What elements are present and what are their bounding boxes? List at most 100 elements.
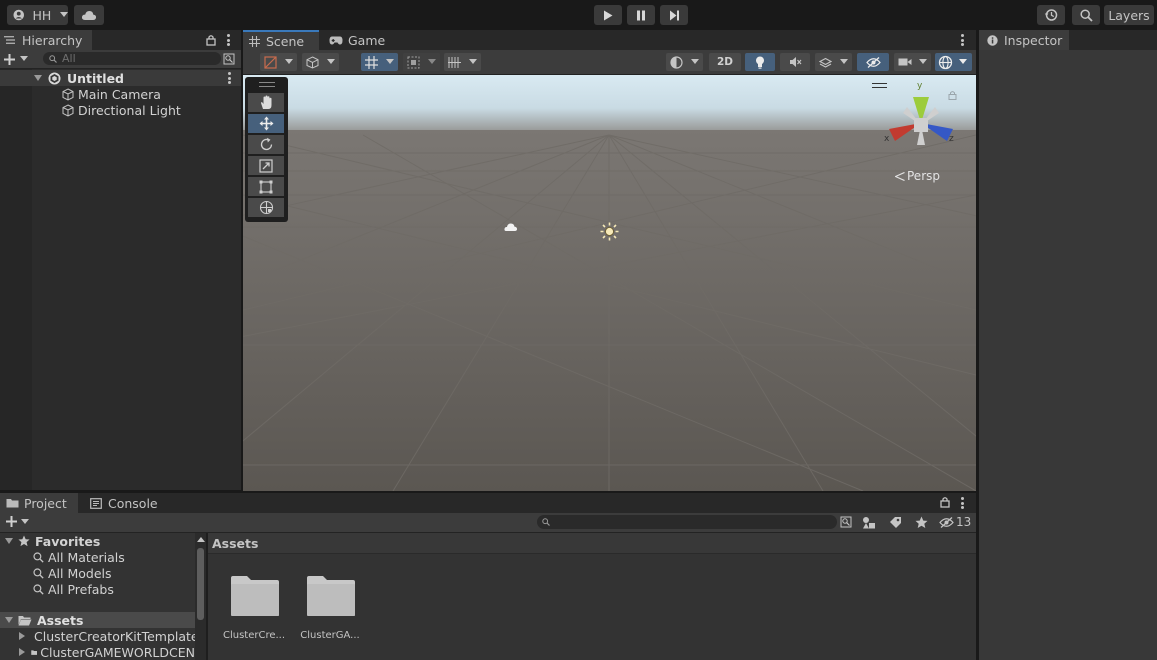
hierarchy-search-field[interactable]: All (43, 52, 221, 65)
cloud-button[interactable] (74, 5, 104, 25)
scene-menu-icon[interactable] (961, 34, 964, 46)
favorite-all-materials[interactable]: All Materials (0, 549, 195, 565)
tab-console[interactable]: Console (84, 493, 166, 513)
asset-grid-item[interactable]: ClusterGA... (298, 573, 362, 648)
filter-by-label-icon[interactable] (889, 516, 902, 529)
tab-game[interactable]: Game (323, 30, 395, 50)
pause-button[interactable] (627, 5, 655, 25)
rotate-icon (260, 137, 272, 151)
gamepad-icon (329, 36, 343, 44)
hierarchy-tree: Untitled Main Camera Directional Light (0, 69, 241, 490)
draw-mode-dropdown[interactable] (260, 53, 297, 71)
increment-snap-dropdown[interactable] (403, 53, 440, 71)
project-tree-scrollbar[interactable] (195, 533, 206, 660)
projection-toggle[interactable]: Persp (895, 169, 940, 183)
step-button[interactable] (660, 5, 688, 25)
rotate-tool-button[interactable] (248, 135, 284, 154)
expand-arrow-icon[interactable] (5, 617, 13, 623)
asset-folder-row[interactable]: ClusterGAMEWORLDCEN (0, 644, 195, 660)
scene-visibility-toggle[interactable] (857, 53, 889, 71)
asset-grid-label: ClusterGA... (300, 630, 360, 641)
plus-icon (4, 53, 15, 65)
shaded-draw-icon (264, 55, 277, 69)
camera-settings-dropdown[interactable] (894, 53, 931, 71)
effects-dropdown[interactable] (815, 53, 852, 71)
scale-tool-button[interactable] (248, 156, 284, 175)
chevron-down-icon (959, 59, 967, 64)
play-button[interactable] (594, 5, 622, 25)
snap-lines-icon (448, 56, 461, 68)
project-search-field[interactable] (537, 515, 837, 529)
move-tool-button[interactable] (248, 114, 284, 133)
render-mode-dropdown[interactable] (302, 53, 339, 71)
hierarchy-item-directional-light[interactable]: Directional Light (0, 102, 241, 118)
favorite-all-models[interactable]: All Models (0, 565, 195, 581)
tab-hierarchy-label: Hierarchy (22, 32, 83, 48)
filter-by-type-icon[interactable] (862, 516, 876, 529)
audio-toggle[interactable] (780, 53, 810, 71)
eye-hidden-icon (939, 516, 954, 528)
console-icon (90, 497, 102, 509)
search-icon (33, 567, 44, 579)
asset-folder-row[interactable]: ClusterCreatorKitTemplate (0, 628, 195, 644)
collapsed-arrow-icon[interactable] (19, 648, 25, 656)
scene-menu-icon[interactable] (228, 72, 231, 84)
shading-mode-dropdown[interactable] (666, 53, 703, 71)
star-icon[interactable] (915, 516, 928, 529)
favorites-header[interactable]: Favorites (0, 533, 195, 549)
sphere-shading-icon (670, 55, 683, 69)
grid-snap-icon (365, 55, 378, 69)
gizmo-x-label: x (884, 134, 890, 144)
scene-row-untitled[interactable]: Untitled (0, 70, 241, 86)
breadcrumb-assets[interactable]: Assets (212, 536, 258, 551)
transform-tool-button[interactable] (248, 198, 284, 217)
undo-history-button[interactable] (1037, 5, 1065, 25)
expand-arrow-icon[interactable] (5, 538, 13, 544)
separator-scene-inspector[interactable] (976, 30, 979, 660)
search-icon (542, 518, 550, 526)
lock-icon[interactable] (206, 34, 216, 46)
separator-hierarchy-scene[interactable] (241, 30, 243, 491)
camera-gizmo-icon[interactable] (504, 222, 518, 232)
vertex-snap-dropdown[interactable] (444, 53, 481, 71)
perspective-icon (895, 171, 905, 181)
asset-grid-item[interactable]: ClusterCre... (222, 573, 286, 648)
hierarchy-item-main-camera[interactable]: Main Camera (0, 86, 241, 102)
sun-light-icon[interactable] (600, 222, 619, 241)
tab-scene[interactable]: Scene (243, 30, 319, 50)
tab-project[interactable]: Project (0, 493, 78, 513)
orientation-gizmo[interactable] (883, 85, 959, 155)
hidden-packages-toggle[interactable]: 13 (939, 515, 971, 529)
account-dropdown[interactable]: HH (7, 5, 69, 25)
toggle-2d-button[interactable]: 2D (709, 53, 741, 71)
eye-hidden-icon (865, 56, 881, 68)
search-by-type-icon[interactable] (840, 516, 852, 528)
rect-tool-button[interactable] (248, 177, 284, 196)
tab-console-label: Console (108, 495, 158, 511)
gizmos-dropdown[interactable] (935, 53, 972, 71)
scrollbar-thumb[interactable] (197, 548, 204, 620)
search-button[interactable] (1072, 5, 1100, 25)
star-icon (18, 535, 30, 547)
favorite-all-prefabs[interactable]: All Prefabs (0, 581, 195, 597)
hand-tool-button[interactable] (248, 93, 284, 112)
overlay-drag-handle[interactable] (259, 82, 275, 87)
assets-root-row[interactable]: Assets (0, 612, 195, 628)
collapsed-arrow-icon[interactable] (19, 632, 25, 640)
project-menu-icon[interactable] (961, 497, 964, 509)
hierarchy-menu-icon[interactable] (227, 34, 230, 46)
separator-top-bottom[interactable] (0, 491, 976, 493)
scene-viewport[interactable]: y x z Persp (243, 75, 976, 491)
scroll-up-arrow-icon[interactable] (197, 537, 205, 542)
tab-inspector[interactable]: Inspector (979, 30, 1069, 50)
lighting-toggle[interactable] (745, 53, 775, 71)
lock-icon[interactable] (940, 496, 950, 508)
expand-arrow-icon[interactable] (34, 75, 42, 81)
create-add-button[interactable] (4, 50, 34, 68)
tab-hierarchy[interactable]: Hierarchy (0, 30, 92, 50)
create-asset-button[interactable] (6, 516, 29, 527)
layers-dropdown[interactable]: Layers (1104, 5, 1154, 25)
grid-snap-dropdown[interactable] (361, 53, 398, 71)
hierarchy-toolbar: All (0, 50, 241, 69)
search-filter-icon[interactable] (223, 53, 235, 65)
